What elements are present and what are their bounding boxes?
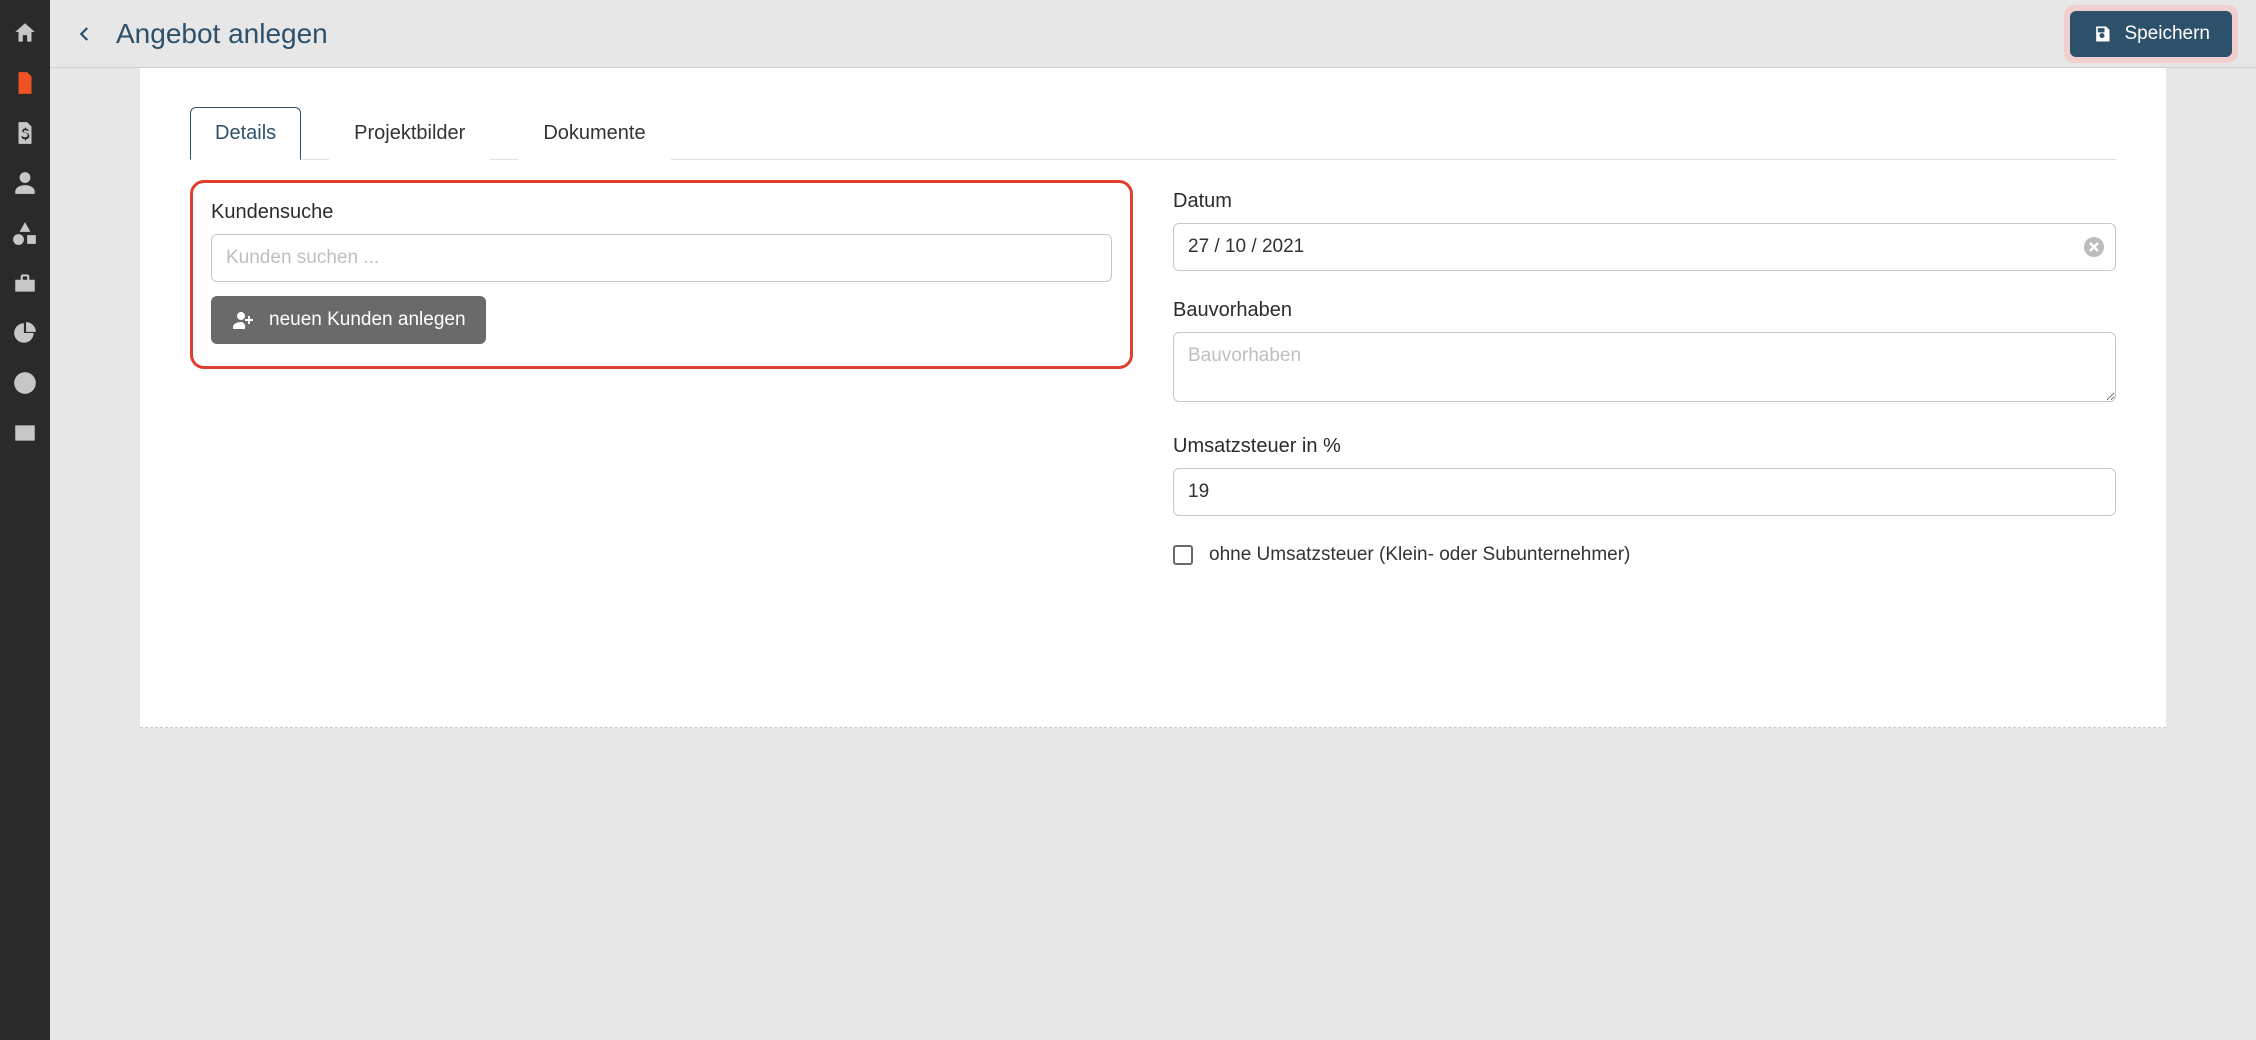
shapes-icon [12,220,38,246]
back-button[interactable] [68,17,102,51]
invoice-icon [12,120,38,146]
date-input[interactable] [1173,223,2116,271]
content-scroll[interactable]: Details Projektbilder Dokumente Kundensu… [50,68,2256,1040]
new-customer-button[interactable]: neuen Kunden anlegen [211,296,486,344]
tab-details[interactable]: Details [190,107,301,160]
clear-date-button[interactable] [2084,237,2104,257]
bauvorhaben-input[interactable] [1173,332,2116,402]
left-column: Kundensuche neuen Kunden anlegen [190,190,1133,369]
customer-search-label: Kundensuche [211,201,1112,224]
sidebar-item-user[interactable] [0,158,50,208]
chevron-left-icon [76,25,94,43]
toolbox-icon [12,270,38,296]
topbar: Angebot anlegen Speichern [50,0,2256,68]
home-icon [12,20,38,46]
bauvorhaben-field: Bauvorhaben [1173,299,2116,407]
id-card-icon [12,420,38,446]
customer-search-input[interactable] [211,234,1112,282]
clock-icon [12,370,38,396]
page-title: Angebot anlegen [116,18,328,50]
sidebar-item-home[interactable] [0,8,50,58]
form-card: Details Projektbilder Dokumente Kundensu… [140,68,2166,728]
vat-exempt-label: ohne Umsatzsteuer (Klein- oder Subuntern… [1209,544,1630,566]
save-button-label: Speichern [2124,23,2210,45]
sidebar-item-toolbox[interactable] [0,258,50,308]
sidebar-item-id-card[interactable] [0,408,50,458]
pie-chart-icon [12,320,38,346]
save-icon [2092,24,2112,44]
date-label: Datum [1173,190,2116,213]
sidebar-item-document[interactable] [0,58,50,108]
vat-input[interactable] [1173,468,2116,516]
vat-exempt-row: ohne Umsatzsteuer (Klein- oder Subuntern… [1173,544,2116,566]
sidebar [0,0,50,1040]
vat-exempt-checkbox[interactable] [1173,545,1193,565]
bauvorhaben-label: Bauvorhaben [1173,299,2116,322]
sidebar-item-chart[interactable] [0,308,50,358]
user-plus-icon [231,308,255,332]
tabs: Details Projektbilder Dokumente [190,106,2116,160]
close-icon [2089,242,2099,252]
vat-label: Umsatzsteuer in % [1173,435,2116,458]
right-column: Datum Bauvorhaben [1173,190,2116,566]
date-field: Datum [1173,190,2116,271]
save-button-highlight: Speichern [2064,5,2238,63]
customer-search-highlight: Kundensuche neuen Kunden anlegen [190,180,1133,369]
sidebar-item-shapes[interactable] [0,208,50,258]
vat-field: Umsatzsteuer in % [1173,435,2116,516]
sidebar-item-clock[interactable] [0,358,50,408]
tab-dokumente[interactable]: Dokumente [518,107,670,160]
new-customer-button-label: neuen Kunden anlegen [269,309,466,331]
form-grid: Kundensuche neuen Kunden anlegen Datum [190,190,2116,566]
user-icon [12,170,38,196]
sidebar-item-invoice[interactable] [0,108,50,158]
save-button[interactable]: Speichern [2070,11,2232,57]
tab-projektbilder[interactable]: Projektbilder [329,107,490,160]
document-icon [12,70,38,96]
main-column: Angebot anlegen Speichern Details Projek… [50,0,2256,1040]
